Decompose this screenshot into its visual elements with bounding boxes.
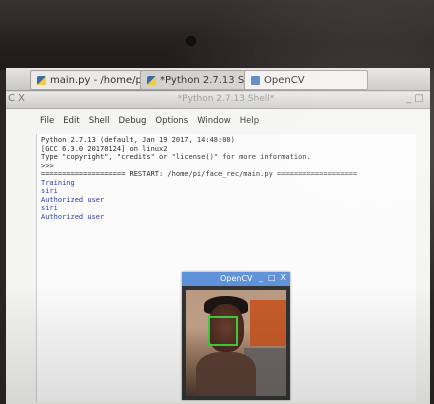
shell-output-line: Training — [41, 178, 75, 187]
camera-feed — [186, 290, 286, 396]
menu-window[interactable]: Window — [197, 116, 231, 130]
close-button[interactable]: X — [281, 273, 286, 282]
menu-debug[interactable]: Debug — [118, 116, 146, 130]
opencv-titlebar[interactable]: OpenCV _ □ X — [182, 272, 290, 286]
shell-line: Python 2.7.13 (default, Jan 19 2017, 14:… — [41, 136, 235, 144]
idle-titlebar[interactable]: C X *Python 2.7.13 Shell* _ □ — [6, 92, 430, 109]
window-controls-right[interactable]: _ □ — [406, 93, 424, 104]
shell-line: Type "copyright", "credits" or "license(… — [41, 153, 311, 161]
taskbar-tab-label: OpenCV — [264, 74, 305, 86]
taskbar-tab-opencv[interactable]: OpenCV — [244, 70, 368, 90]
python-file-icon — [37, 75, 46, 85]
window-controls-left[interactable]: C X — [8, 93, 25, 104]
opencv-window-icon — [251, 75, 260, 85]
face-detection-box — [208, 316, 238, 346]
maximize-button[interactable]: □ — [268, 273, 276, 282]
menu-bar: File Edit Shell Debug Options Window Hel… — [40, 116, 259, 130]
taskbar-tab-label: main.py - /home/pi/f — [50, 74, 152, 86]
python-shell-icon — [147, 75, 156, 85]
opencv-window: OpenCV _ □ X — [182, 272, 290, 400]
shell-output-line: Authorized user — [41, 212, 105, 221]
menu-file[interactable]: File — [40, 116, 54, 130]
shell-prompt: >>> — [41, 161, 54, 170]
monitor-bezel — [0, 0, 434, 70]
taskbar: main.py - /home/pi/f *Python 2.7.13 Shel… — [6, 68, 430, 91]
shell-output-line: siri — [41, 204, 58, 212]
taskbar-tab-python-shell[interactable]: *Python 2.7.13 Shell* — [140, 70, 267, 90]
webcam-icon — [186, 36, 196, 46]
screen: main.py - /home/pi/f *Python 2.7.13 Shel… — [6, 68, 430, 404]
opencv-title: OpenCV — [220, 274, 253, 283]
idle-shell-window: C X *Python 2.7.13 Shell* _ □ File Edit … — [6, 92, 430, 404]
taskbar-tab-main-py[interactable]: main.py - /home/pi/f — [30, 70, 152, 90]
menu-edit[interactable]: Edit — [63, 116, 79, 130]
person-body — [196, 352, 256, 396]
menu-options[interactable]: Options — [155, 116, 188, 130]
background-wall — [250, 300, 286, 346]
shell-restart-line: ==================== RESTART: /home/pi/f… — [41, 170, 358, 178]
window-title: *Python 2.7.13 Shell* — [177, 94, 275, 104]
menu-help[interactable]: Help — [240, 116, 259, 130]
minimize-button[interactable]: _ — [259, 273, 263, 282]
shell-output-line: siri — [41, 187, 58, 195]
shell-line: [GCC 6.3.0 20170124] on linux2 — [41, 144, 168, 153]
menu-shell[interactable]: Shell — [89, 116, 110, 130]
shell-output-line: Authorized user — [41, 195, 105, 204]
